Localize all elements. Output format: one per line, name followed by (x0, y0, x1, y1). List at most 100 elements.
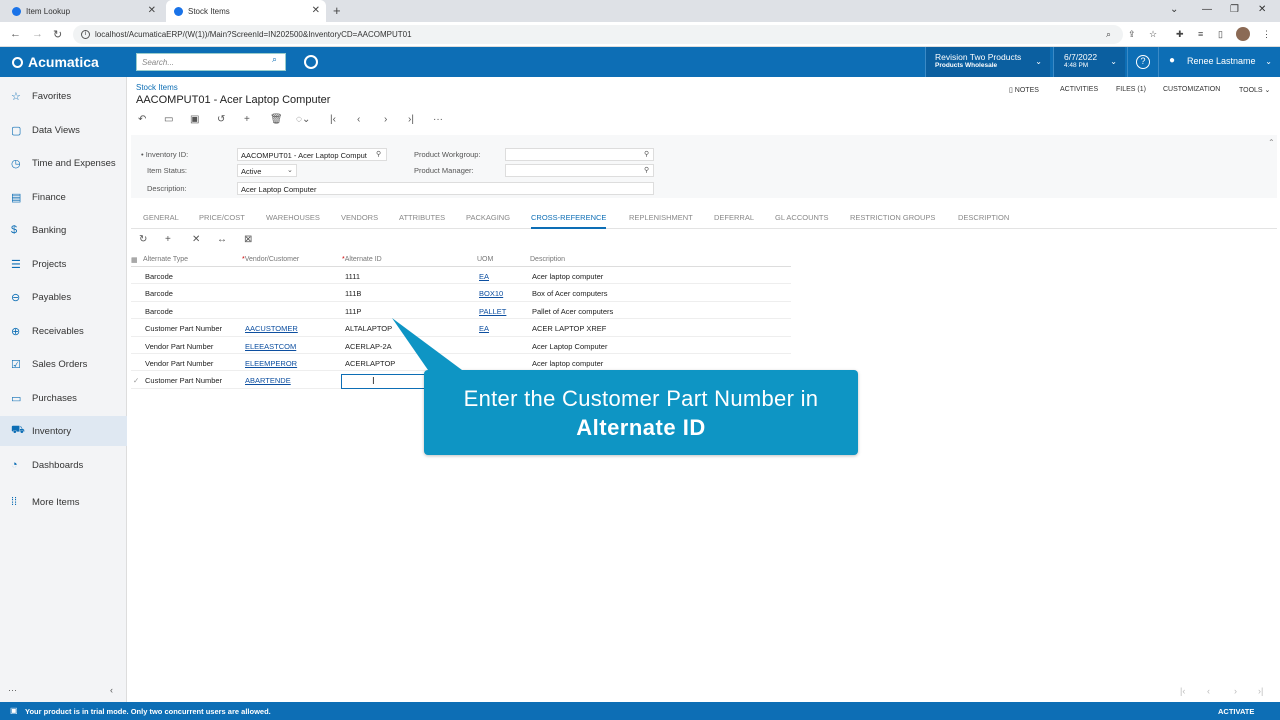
zoom-icon[interactable]: ⌕ (1106, 29, 1111, 40)
add-icon[interactable]: + (244, 114, 250, 125)
lookup-icon[interactable]: ⚲ (376, 150, 381, 158)
url-field[interactable]: i localhost/AcumaticaERP/(W(1))/Main?Scr… (73, 25, 1123, 44)
recent-history-icon[interactable] (304, 55, 318, 69)
save-icon[interactable]: ▣ (190, 114, 199, 125)
collapse-form-icon[interactable]: ⌃ (1268, 138, 1276, 150)
search-input[interactable]: Search... (136, 53, 286, 71)
browser-profile-avatar[interactable] (1236, 27, 1250, 41)
share-icon[interactable]: ⇪ (1128, 29, 1136, 40)
cell-uom[interactable]: BOX10 (479, 289, 503, 298)
tab-price-cost[interactable]: PRICE/COST (199, 213, 245, 222)
last-record-icon[interactable]: ›| (408, 114, 414, 125)
info-icon[interactable]: i (81, 30, 90, 39)
more-actions-icon[interactable]: ··· (433, 114, 443, 125)
cell-vendor[interactable]: ABARTENDE (245, 376, 291, 385)
browser-tab-item-lookup[interactable]: Item Lookup ✕ (12, 0, 162, 22)
files-link[interactable]: FILES (1) (1116, 86, 1146, 93)
last-page-icon[interactable]: ›| (1258, 686, 1263, 696)
sidebar-item-receivables[interactable]: ⊕ Receivables (0, 316, 127, 346)
description-field[interactable]: Acer Laptop Computer (237, 182, 654, 195)
sidebar-item-inventory[interactable]: ⛟ Inventory (0, 416, 127, 446)
lookup-icon[interactable]: ⚲ (644, 150, 649, 158)
delete-icon[interactable]: 🗑 (270, 114, 283, 125)
column-settings-icon[interactable]: ▦ (131, 256, 138, 264)
sidebar-item-finance[interactable]: ▤ Finance (0, 182, 127, 212)
activate-button[interactable]: ACTIVATE (1218, 707, 1254, 716)
prev-page-icon[interactable]: ‹ (1207, 686, 1210, 696)
bookmark-star-icon[interactable]: ☆ (1149, 29, 1157, 40)
customization-link[interactable]: CUSTOMIZATION (1163, 86, 1220, 93)
branch-selector[interactable]: Revision Two Products Products Wholesale… (925, 47, 1050, 77)
add-row-icon[interactable]: + (165, 234, 171, 245)
cell-vendor[interactable]: ELEEMPEROR (245, 359, 297, 368)
sidebar-item-purchases[interactable]: ▭ Purchases (0, 383, 127, 413)
user-menu[interactable]: ● Renee Lastname ⌄ (1158, 47, 1280, 77)
cell-uom[interactable]: PALLET (479, 307, 506, 316)
collapse-sidebar-icon[interactable]: ‹ (110, 685, 113, 695)
copy-paste-icon[interactable]: ◌⌄ (296, 114, 310, 125)
delete-row-icon[interactable]: ✕ (192, 234, 200, 245)
tab-restriction-groups[interactable]: RESTRICTION GROUPS (850, 213, 935, 222)
cell-vendor[interactable]: AACUSTOMER (245, 324, 298, 333)
tab-search-icon[interactable]: ⌄ (1170, 4, 1178, 15)
inventory-id-field[interactable]: AACOMPUT01 - Acer Laptop Comput (237, 148, 387, 161)
maximize-icon[interactable]: ❐ (1230, 4, 1239, 15)
table-row[interactable]: Barcode 111P PALLET Pallet of Acer computer… (131, 302, 791, 320)
breadcrumb[interactable]: Stock Items (136, 83, 178, 92)
forward-icon[interactable]: → (32, 28, 43, 40)
close-tab-icon[interactable]: ✕ (312, 5, 320, 16)
sidebar-item-time-and-expenses[interactable]: ◷ Time and Expenses (0, 148, 127, 178)
new-tab-icon[interactable]: + (333, 3, 341, 18)
help-button[interactable]: ? (1127, 47, 1157, 77)
lookup-icon[interactable]: ⚲ (644, 166, 649, 174)
tab-replenishment[interactable]: REPLENISHMENT (629, 213, 693, 222)
close-window-icon[interactable]: ✕ (1258, 4, 1266, 15)
tab-cross-reference[interactable]: CROSS-REFERENCE (531, 213, 607, 229)
close-tab-icon[interactable]: ✕ (148, 5, 156, 16)
product-manager-field[interactable] (505, 164, 654, 177)
browser-tab-stock-items[interactable]: Stock Items ✕ (166, 0, 326, 22)
column-uom[interactable]: UOM (477, 256, 493, 263)
tab-attributes[interactable]: ATTRIBUTES (399, 213, 445, 222)
menu-icon[interactable]: ⋮ (1262, 29, 1271, 40)
acumatica-logo[interactable]: Acumatica (12, 54, 99, 70)
cell-uom[interactable]: EA (479, 272, 489, 281)
tab-gl-accounts[interactable]: GL ACCOUNTS (775, 213, 828, 222)
sidebar-item-favorites[interactable]: ☆ Favorites (0, 81, 127, 111)
tab-packaging[interactable]: PACKAGING (466, 213, 510, 222)
notes-link[interactable]: ▯ NOTES (1009, 86, 1039, 94)
refresh-icon[interactable]: ↻ (139, 234, 147, 245)
tab-general[interactable]: GENERAL (143, 213, 179, 222)
first-page-icon[interactable]: |‹ (1180, 686, 1185, 696)
tab-warehouses[interactable]: WAREHOUSES (266, 213, 320, 222)
media-icon[interactable]: ≡ (1198, 29, 1203, 39)
next-record-icon[interactable]: › (384, 114, 387, 125)
table-row[interactable]: Barcode 1111 EA Acer laptop computer (131, 267, 791, 285)
undo-icon[interactable]: ↺ (217, 114, 225, 125)
tab-vendors[interactable]: VENDORS (341, 213, 378, 222)
product-workgroup-field[interactable] (505, 148, 654, 161)
next-page-icon[interactable]: › (1234, 686, 1237, 696)
business-date-selector[interactable]: 6/7/2022 4:48 PM ⌄ (1053, 47, 1125, 77)
column-description[interactable]: Description (530, 256, 565, 263)
column-alternate-id[interactable]: *Alternate ID (342, 256, 382, 263)
sidepanel-icon[interactable]: ▯ (1218, 29, 1223, 40)
sidebar-item-more-items[interactable]: ⁞⁞ More Items (0, 487, 127, 517)
tools-link[interactable]: TOOLS ⌄ (1239, 86, 1270, 94)
table-row[interactable]: Barcode 111B BOX10 Box of Acer computers (131, 284, 791, 302)
sidebar-item-data-views[interactable]: ▢ Data Views (0, 115, 127, 145)
activities-link[interactable]: ACTIVITIES (1060, 86, 1098, 93)
sidebar-item-dashboards[interactable]: ◔ Dashboards (0, 450, 127, 480)
reload-icon[interactable]: ↻ (53, 28, 62, 41)
first-record-icon[interactable]: |‹ (330, 114, 336, 125)
cell-vendor[interactable]: ELEEASTCOM (245, 342, 296, 351)
column-vendor-customer[interactable]: *Vendor/Customer (242, 256, 299, 263)
previous-record-icon[interactable]: ‹ (357, 114, 360, 125)
column-alternate-type[interactable]: Alternate Type (143, 256, 188, 263)
fit-columns-icon[interactable]: ↔ (217, 234, 227, 245)
extensions-icon[interactable]: ✚ (1176, 29, 1184, 40)
tab-deferral[interactable]: DEFERRAL (714, 213, 754, 222)
sidebar-item-projects[interactable]: ☰ Projects (0, 249, 127, 279)
sidebar-item-sales-orders[interactable]: ☑ Sales Orders (0, 349, 127, 379)
minimize-icon[interactable]: — (1202, 4, 1212, 15)
